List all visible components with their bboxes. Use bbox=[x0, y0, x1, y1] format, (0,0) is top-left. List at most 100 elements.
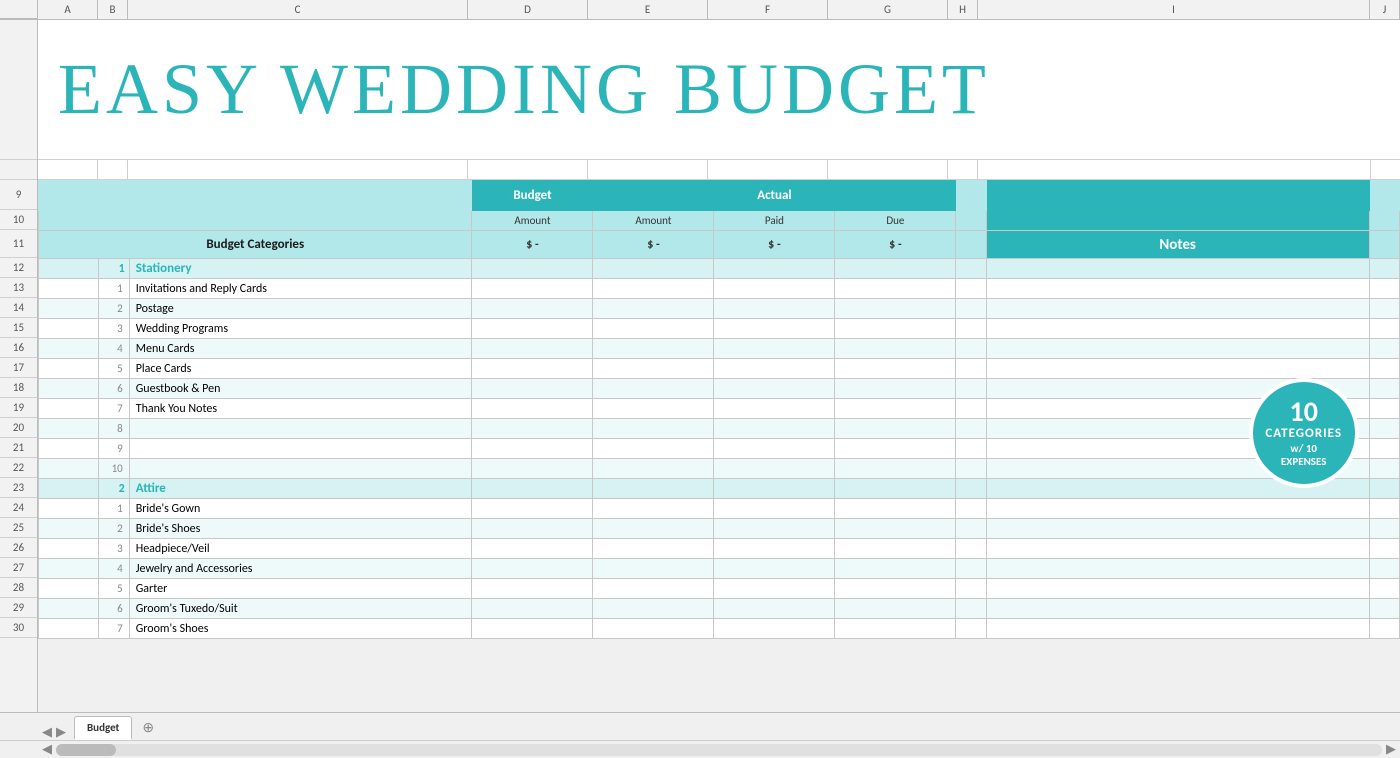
hscroll-right-arrow[interactable]: ▶ bbox=[1386, 742, 1396, 757]
item-name: Bride's Gown bbox=[129, 499, 472, 519]
table-row: 4 Menu Cards bbox=[39, 339, 1400, 359]
table-row: 3 Headpiece/Veil bbox=[39, 539, 1400, 559]
rn-19: 19 bbox=[0, 398, 37, 418]
notes-header bbox=[986, 181, 1369, 211]
budget-table: Budget Actual Amount Amount Paid bbox=[38, 180, 1400, 639]
rn-22: 22 bbox=[0, 458, 37, 478]
table-row: 5 Place Cards bbox=[39, 359, 1400, 379]
item-num: 9 bbox=[99, 439, 129, 459]
paid-header: Paid bbox=[714, 211, 835, 231]
item-num: 5 bbox=[99, 359, 129, 379]
badge-expenses: EXPENSES bbox=[1281, 455, 1327, 468]
header-row-budget-actual: Budget Actual bbox=[39, 181, 1400, 211]
item-name: Jewelry and Accessories bbox=[129, 559, 472, 579]
col-f-header: F bbox=[708, 0, 828, 19]
badge: 10 CATEGORIES w/ 10 EXPENSES bbox=[1249, 378, 1359, 488]
tab-scroll-left[interactable]: ◀ bbox=[42, 725, 52, 740]
col-e-header: E bbox=[588, 0, 708, 19]
item-num: 4 bbox=[99, 339, 129, 359]
rn-14: 14 bbox=[0, 298, 37, 318]
rn-27: 27 bbox=[0, 558, 37, 578]
item-num: 5 bbox=[99, 579, 129, 599]
main-content: 9 10 11 12 13 14 15 16 17 18 19 20 21 22… bbox=[0, 20, 1400, 712]
table-container: Budget Actual Amount Amount Paid bbox=[38, 180, 1400, 712]
item-name: Headpiece/Veil bbox=[129, 539, 472, 559]
budget-amount-header: Amount bbox=[472, 211, 593, 231]
row-8 bbox=[38, 160, 1400, 180]
attire-category-row: 2 Attire 10 CATEGORIES w/ 10 EXPENSES bbox=[39, 479, 1400, 499]
item-name bbox=[129, 439, 472, 459]
col-d-header: D bbox=[468, 0, 588, 19]
table-row: 6 Guestbook & Pen bbox=[39, 379, 1400, 399]
table-row: 4 Jewelry and Accessories bbox=[39, 559, 1400, 579]
item-name: Guestbook & Pen bbox=[129, 379, 472, 399]
badge-categories: CATEGORIES bbox=[1265, 426, 1342, 443]
rn-26: 26 bbox=[0, 538, 37, 558]
scrollbar-thumb[interactable] bbox=[56, 744, 116, 756]
column-headers: A B C D E F G H I J bbox=[0, 0, 1400, 20]
due-dollar-header: $ - bbox=[835, 231, 956, 259]
table-row: 5 Garter bbox=[39, 579, 1400, 599]
actual-amount-header: Amount bbox=[593, 211, 714, 231]
item-name: Invitations and Reply Cards bbox=[129, 279, 472, 299]
rn-16: 16 bbox=[0, 338, 37, 358]
title-section: EASY WEDDING BUDGET bbox=[38, 20, 1400, 160]
table-row: 10 bbox=[39, 459, 1400, 479]
due-header: Due bbox=[835, 211, 956, 231]
app-wrapper: A B C D E F G H I J 9 10 11 12 13 14 15 … bbox=[0, 0, 1400, 758]
rn-29: 29 bbox=[0, 598, 37, 618]
rn-11: 11 bbox=[0, 230, 37, 258]
item-name: Groom's Tuxedo/Suit bbox=[129, 599, 472, 619]
item-num: 6 bbox=[99, 599, 129, 619]
header-row-amounts: Amount Amount Paid Due bbox=[39, 211, 1400, 231]
col-h-header: H bbox=[948, 0, 978, 19]
rn-20: 20 bbox=[0, 418, 37, 438]
corner-cell bbox=[0, 0, 38, 19]
item-num: 7 bbox=[99, 399, 129, 419]
row-number-column: 9 10 11 12 13 14 15 16 17 18 19 20 21 22… bbox=[0, 20, 38, 712]
item-num: 3 bbox=[99, 319, 129, 339]
horizontal-scrollbar[interactable] bbox=[56, 744, 1382, 756]
rn-15: 15 bbox=[0, 318, 37, 338]
rn-24: 24 bbox=[0, 498, 37, 518]
actual-dollar-header: $ - bbox=[593, 231, 714, 259]
table-row: 2 Bride's Shoes bbox=[39, 519, 1400, 539]
page-title: EASY WEDDING BUDGET bbox=[58, 48, 990, 131]
rn-12: 12 bbox=[0, 258, 37, 278]
add-tab-button[interactable]: ⊕ bbox=[134, 715, 162, 740]
hscroll-left-arrow[interactable]: ◀ bbox=[42, 742, 52, 757]
header-row-categories: Budget Categories $ - $ - $ - $ - Notes bbox=[39, 231, 1400, 259]
rn-21: 21 bbox=[0, 438, 37, 458]
item-num: 3 bbox=[99, 539, 129, 559]
rn-13: 13 bbox=[0, 278, 37, 298]
actual-header: Actual bbox=[593, 181, 956, 211]
item-name: Thank You Notes bbox=[129, 399, 472, 419]
table-row: 2 Postage bbox=[39, 299, 1400, 319]
budget-header: Budget bbox=[472, 181, 593, 211]
item-name: Wedding Programs bbox=[129, 319, 472, 339]
item-num: 1 bbox=[99, 499, 129, 519]
rn-10: 10 bbox=[0, 210, 37, 230]
item-name: Garter bbox=[129, 579, 472, 599]
budget-dollar-header: $ - bbox=[472, 231, 593, 259]
table-row: 1 Invitations and Reply Cards bbox=[39, 279, 1400, 299]
rn-17: 17 bbox=[0, 358, 37, 378]
tab-scroll-right[interactable]: ▶ bbox=[56, 725, 66, 740]
table-row: 7 Thank You Notes bbox=[39, 399, 1400, 419]
rn-28: 28 bbox=[0, 578, 37, 598]
col-i-header: I bbox=[978, 0, 1370, 19]
rn-18: 18 bbox=[0, 378, 37, 398]
rn-blank bbox=[0, 160, 37, 180]
table-row: 1 Bride's Gown bbox=[39, 499, 1400, 519]
table-row: 9 bbox=[39, 439, 1400, 459]
rn-9: 9 bbox=[0, 180, 37, 210]
notes-cell-row10 bbox=[986, 211, 1369, 231]
table-row: 3 Wedding Programs bbox=[39, 319, 1400, 339]
item-name: Menu Cards bbox=[129, 339, 472, 359]
attire-num: 2 bbox=[99, 479, 129, 499]
badge-number: 10 bbox=[1290, 398, 1318, 426]
item-num: 2 bbox=[99, 299, 129, 319]
item-num: 10 bbox=[99, 459, 129, 479]
item-name bbox=[129, 419, 472, 439]
budget-tab[interactable]: Budget bbox=[74, 716, 132, 740]
